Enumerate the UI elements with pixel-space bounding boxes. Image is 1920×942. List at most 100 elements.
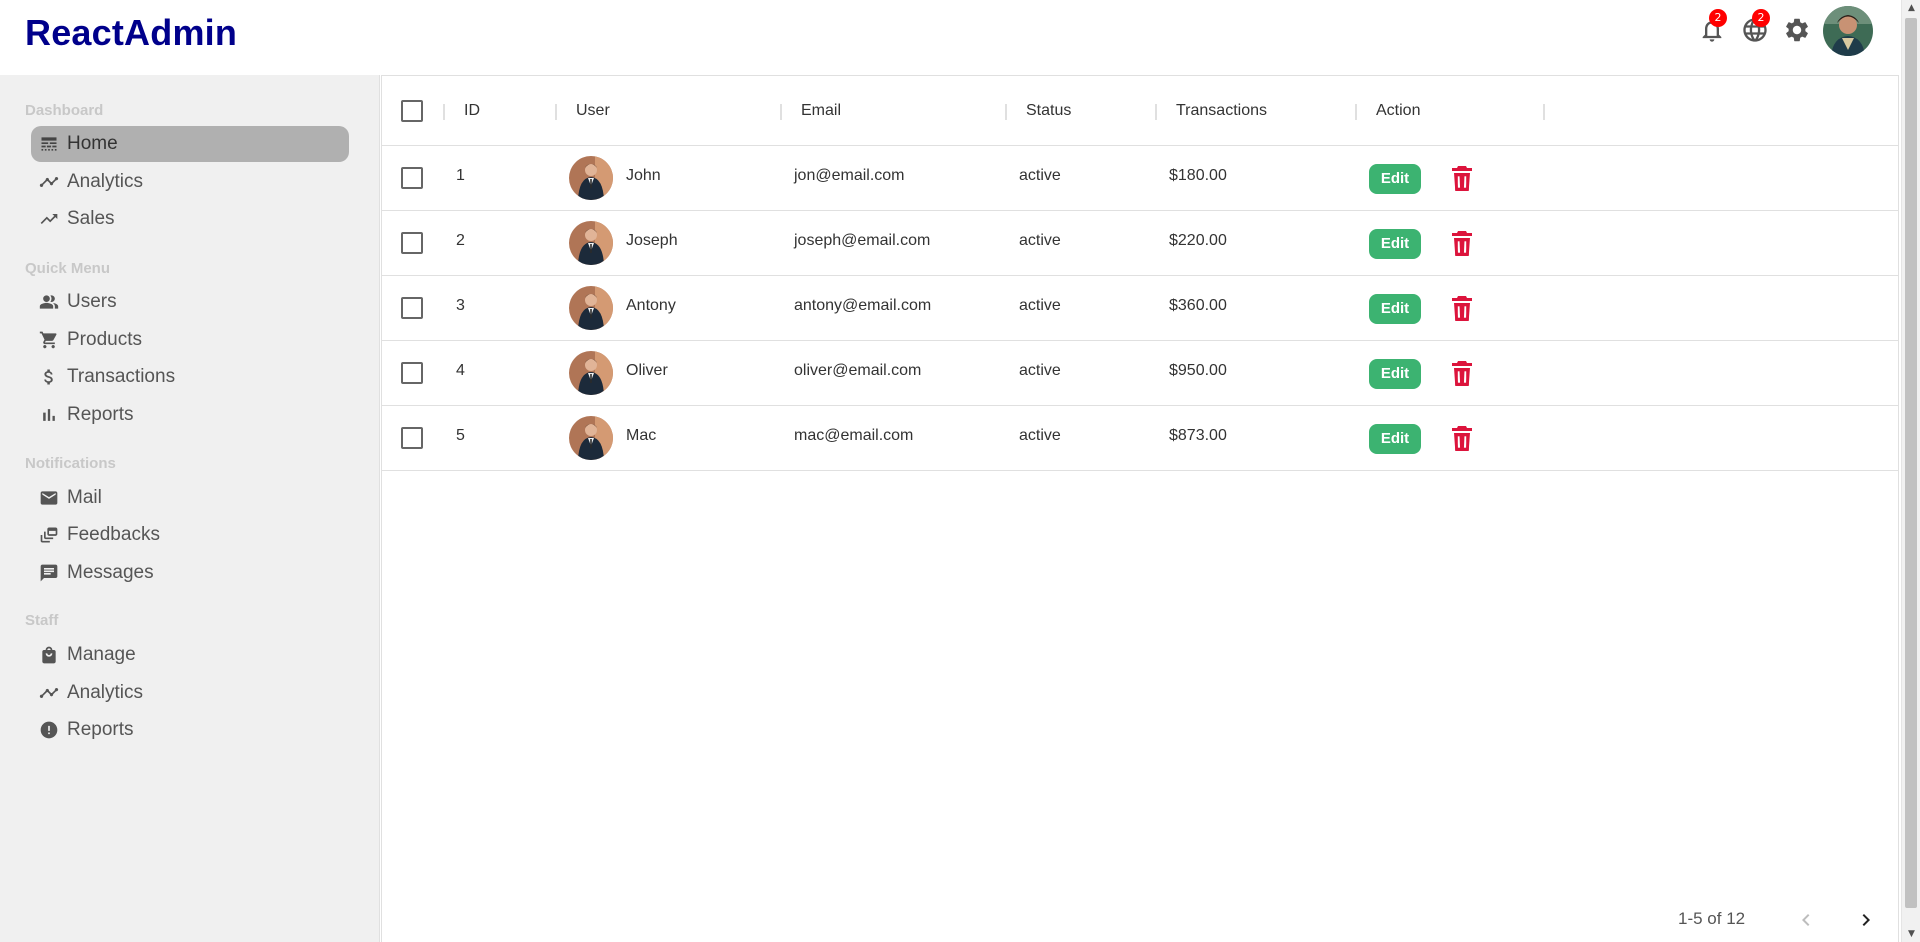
table-row[interactable]: 2 Joseph joseph@email.com active $220.00… bbox=[382, 211, 1898, 276]
column-header-email[interactable]: Email bbox=[801, 102, 841, 120]
sidebar-item-products[interactable]: Products bbox=[31, 322, 349, 358]
edit-button[interactable]: Edit bbox=[1369, 359, 1421, 389]
bar-chart-icon bbox=[39, 405, 59, 425]
cell-status: active bbox=[1019, 167, 1061, 184]
sidebar-item-staff-reports[interactable]: Reports bbox=[31, 712, 349, 748]
column-header-id[interactable]: ID bbox=[464, 102, 480, 120]
cell-user: Mac bbox=[626, 427, 657, 444]
sidebar-item-home[interactable]: Home bbox=[31, 126, 349, 162]
dynamic-feed-icon bbox=[39, 525, 59, 545]
edit-button[interactable]: Edit bbox=[1369, 164, 1421, 194]
user-avatar bbox=[569, 416, 613, 460]
cell-id: 5 bbox=[456, 427, 465, 444]
cell-user: Oliver bbox=[626, 362, 668, 379]
row-checkbox[interactable] bbox=[401, 427, 423, 449]
cell-email: mac@email.com bbox=[794, 427, 914, 444]
sidebar-item-sales[interactable]: Sales bbox=[31, 201, 349, 237]
user-avatar bbox=[569, 156, 613, 200]
column-separator[interactable] bbox=[1355, 104, 1357, 120]
row-checkbox[interactable] bbox=[401, 297, 423, 319]
sidebar: Dashboard Home Analytics Sales Quick Men… bbox=[0, 75, 380, 942]
cell-status: active bbox=[1019, 362, 1061, 379]
sidebar-item-messages[interactable]: Messages bbox=[31, 555, 349, 591]
settings-button[interactable] bbox=[1783, 16, 1811, 44]
delete-button[interactable] bbox=[1450, 360, 1474, 388]
scroll-down-arrow-icon[interactable]: ▼ bbox=[1902, 926, 1920, 942]
edit-button[interactable]: Edit bbox=[1369, 424, 1421, 454]
delete-button[interactable] bbox=[1450, 425, 1474, 453]
select-all-checkbox[interactable] bbox=[401, 100, 423, 122]
sidebar-item-label: Messages bbox=[67, 562, 154, 583]
sidebar-item-manage[interactable]: Manage bbox=[31, 637, 349, 673]
column-header-action[interactable]: Action bbox=[1376, 102, 1420, 120]
trash-icon bbox=[1450, 165, 1474, 193]
delete-button[interactable] bbox=[1450, 165, 1474, 193]
chevron-left-icon bbox=[1794, 908, 1818, 932]
cell-status: active bbox=[1019, 297, 1061, 314]
cell-transactions: $220.00 bbox=[1169, 232, 1227, 249]
sidebar-item-users[interactable]: Users bbox=[31, 284, 349, 320]
sidebar-item-label: Home bbox=[67, 133, 118, 154]
timeline-icon bbox=[39, 172, 59, 192]
users-data-grid: ID User Email Status Transactions Action… bbox=[381, 75, 1899, 942]
scrollbar-thumb[interactable] bbox=[1905, 18, 1917, 908]
scroll-up-arrow-icon[interactable]: ▲ bbox=[1902, 0, 1920, 16]
sidebar-item-transactions[interactable]: Transactions bbox=[31, 359, 349, 395]
language-button[interactable]: 2 bbox=[1741, 9, 1770, 44]
user-avatar[interactable] bbox=[1823, 6, 1873, 56]
topbar: ReactAdmin 2 2 bbox=[0, 0, 1900, 75]
language-badge: 2 bbox=[1752, 9, 1770, 27]
cell-transactions: $873.00 bbox=[1169, 427, 1227, 444]
column-separator[interactable] bbox=[443, 104, 445, 120]
sidebar-item-reports[interactable]: Reports bbox=[31, 397, 349, 433]
page-scrollbar[interactable]: ▲ ▼ bbox=[1901, 0, 1920, 942]
table-row[interactable]: 4 Oliver oliver@email.com active $950.00… bbox=[382, 341, 1898, 406]
next-page-button[interactable] bbox=[1851, 905, 1881, 935]
table-row[interactable]: 1 John jon@email.com active $180.00 Edit bbox=[382, 146, 1898, 211]
trending-up-icon bbox=[39, 209, 59, 229]
sidebar-item-mail[interactable]: Mail bbox=[31, 480, 349, 516]
row-checkbox[interactable] bbox=[401, 232, 423, 254]
column-separator[interactable] bbox=[1005, 104, 1007, 120]
sidebar-item-label: Reports bbox=[67, 404, 134, 425]
cell-email: oliver@email.com bbox=[794, 362, 922, 379]
table-row[interactable]: 5 Mac mac@email.com active $873.00 Edit bbox=[382, 406, 1898, 471]
sidebar-item-label: Products bbox=[67, 329, 142, 350]
delete-button[interactable] bbox=[1450, 295, 1474, 323]
cell-id: 3 bbox=[456, 297, 465, 314]
pagination-label: 1-5 of 12 bbox=[1678, 909, 1746, 928]
column-separator[interactable] bbox=[1543, 104, 1545, 120]
chat-icon bbox=[39, 563, 59, 583]
edit-button[interactable]: Edit bbox=[1369, 229, 1421, 259]
sidebar-item-staff-analytics[interactable]: Analytics bbox=[31, 675, 349, 711]
row-checkbox[interactable] bbox=[401, 167, 423, 189]
people-icon bbox=[39, 292, 59, 312]
sidebar-item-label: Analytics bbox=[67, 682, 144, 703]
edit-button[interactable]: Edit bbox=[1369, 294, 1421, 324]
column-separator[interactable] bbox=[555, 104, 557, 120]
delete-button[interactable] bbox=[1450, 230, 1474, 258]
sidebar-item-analytics[interactable]: Analytics bbox=[31, 164, 349, 200]
sidebar-item-label: Reports bbox=[67, 719, 134, 740]
cart-icon bbox=[39, 330, 59, 350]
cell-email: antony@email.com bbox=[794, 297, 932, 314]
notifications-button[interactable]: 2 bbox=[1698, 9, 1727, 44]
user-avatar bbox=[569, 351, 613, 395]
cell-user: Joseph bbox=[626, 232, 678, 249]
sidebar-section-dashboard: Dashboard bbox=[25, 102, 104, 119]
column-separator[interactable] bbox=[1155, 104, 1157, 120]
sidebar-section-quick-menu: Quick Menu bbox=[25, 260, 111, 277]
cell-transactions: $950.00 bbox=[1169, 362, 1227, 379]
previous-page-button[interactable] bbox=[1791, 905, 1821, 935]
column-header-user[interactable]: User bbox=[576, 102, 610, 120]
column-header-status[interactable]: Status bbox=[1026, 102, 1071, 120]
mail-icon bbox=[39, 488, 59, 508]
dollar-icon bbox=[39, 367, 59, 387]
user-avatar bbox=[569, 286, 613, 330]
app-logo[interactable]: ReactAdmin bbox=[25, 12, 237, 54]
sidebar-item-feedbacks[interactable]: Feedbacks bbox=[31, 517, 349, 553]
row-checkbox[interactable] bbox=[401, 362, 423, 384]
column-separator[interactable] bbox=[780, 104, 782, 120]
column-header-transactions[interactable]: Transactions bbox=[1176, 102, 1267, 120]
table-row[interactable]: 3 Antony antony@email.com active $360.00… bbox=[382, 276, 1898, 341]
